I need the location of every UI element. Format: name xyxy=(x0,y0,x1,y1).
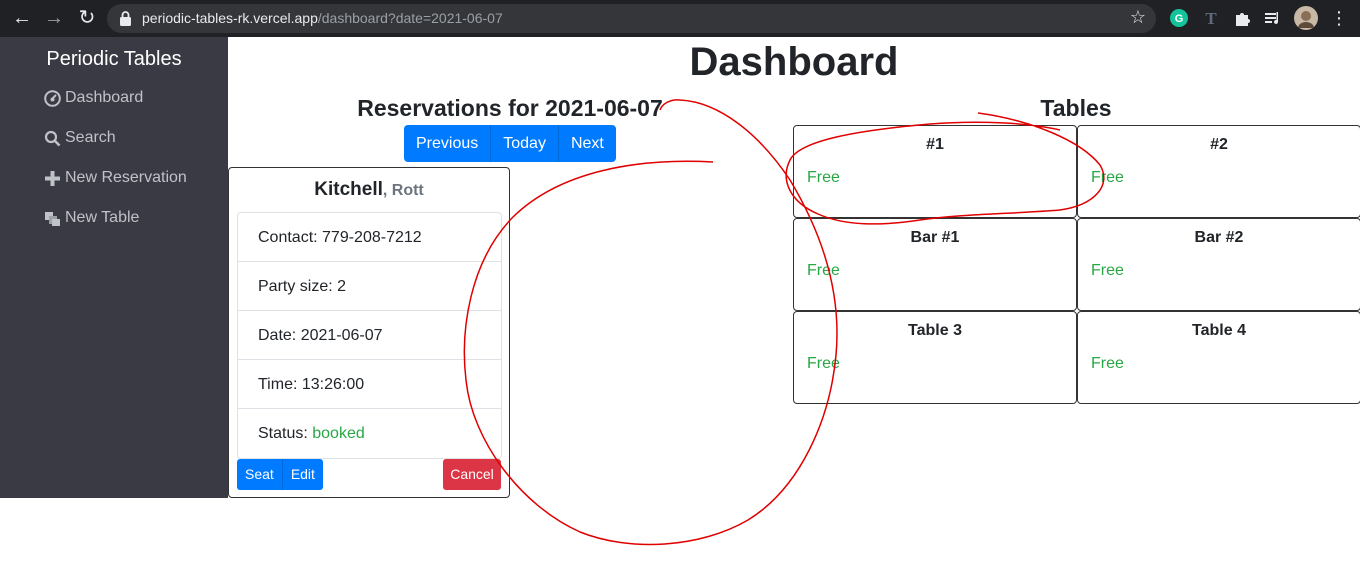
sidebar-item-dashboard[interactable]: Dashboard xyxy=(44,86,143,110)
previous-button[interactable]: Previous xyxy=(404,125,492,162)
table-card: #1 Free xyxy=(793,125,1077,218)
sidebar-item-new-table[interactable]: New Table xyxy=(44,206,139,230)
status-badge: booked xyxy=(312,425,365,442)
table-card: Bar #1 Free xyxy=(793,218,1077,311)
table-status: Free xyxy=(807,169,840,186)
table-name: Table 3 xyxy=(908,322,962,339)
seat-button[interactable]: Seat xyxy=(237,459,283,490)
list-item: Date: 2021-06-07 xyxy=(238,311,501,360)
reservation-details: Contact: 779-208-7212 Party size: 2 Date… xyxy=(237,212,502,459)
table-status: Free xyxy=(1091,355,1124,372)
bookmark-star-icon[interactable]: ☆ xyxy=(1130,7,1146,28)
search-icon xyxy=(44,130,61,146)
annotation-large-loop xyxy=(463,99,838,546)
table-name: Bar #2 xyxy=(1194,229,1244,246)
reload-icon[interactable]: ↻ xyxy=(74,6,100,32)
table-card: Table 4 Free xyxy=(1077,311,1360,404)
extension-t-icon[interactable]: T xyxy=(1200,7,1222,29)
svg-text:T: T xyxy=(1205,9,1217,28)
next-button[interactable]: Next xyxy=(558,125,616,162)
table-status: Free xyxy=(1091,262,1124,279)
sidebar-item-label: New Table xyxy=(65,209,140,226)
lock-icon xyxy=(120,11,131,26)
cancel-button[interactable]: Cancel xyxy=(443,459,501,490)
media-queue-icon[interactable] xyxy=(1262,7,1284,29)
table-status: Free xyxy=(807,355,840,372)
edit-button[interactable]: Edit xyxy=(282,459,323,490)
tables-heading: Tables xyxy=(1040,95,1112,121)
layers-icon xyxy=(45,211,60,226)
table-name: #2 xyxy=(1210,136,1228,153)
reservation-card: Kitchell, Rott Contact: 779-208-7212 Par… xyxy=(228,167,510,498)
table-card: Bar #2 Free xyxy=(1077,218,1360,311)
sidebar: Periodic Tables Dashboard Search New Res… xyxy=(0,37,228,498)
puzzle-icon[interactable] xyxy=(1231,7,1253,29)
brand-title[interactable]: Periodic Tables xyxy=(0,48,228,71)
reservation-name: Kitchell, Rott xyxy=(314,179,424,200)
sidebar-item-search[interactable]: Search xyxy=(44,126,116,150)
list-item: Time: 13:26:00 xyxy=(238,360,501,409)
grammarly-icon[interactable]: G xyxy=(1168,7,1190,29)
table-card: Table 3 Free xyxy=(793,311,1077,404)
reservations-heading: Reservations for 2021-06-07 xyxy=(357,95,663,121)
page-title: Dashboard xyxy=(689,40,899,84)
table-name: Bar #1 xyxy=(910,229,960,246)
svg-text:G: G xyxy=(1175,13,1184,25)
reservation-actions: Seat Edit xyxy=(237,459,323,490)
table-card: #2 Free xyxy=(1077,125,1360,218)
sidebar-item-label: Search xyxy=(65,129,116,146)
table-name: Table 4 xyxy=(1192,322,1246,339)
avatar[interactable] xyxy=(1294,6,1318,30)
list-item: Contact: 779-208-7212 xyxy=(238,213,501,262)
url-text: periodic-tables-rk.vercel.app/dashboard?… xyxy=(142,10,503,26)
sidebar-item-new-reservation[interactable]: New Reservation xyxy=(44,166,187,190)
date-nav: Previous Today Next xyxy=(404,125,616,162)
back-icon[interactable]: ← xyxy=(9,6,35,32)
list-item: Status: booked xyxy=(258,425,365,442)
table-status: Free xyxy=(807,262,840,279)
sidebar-item-label: New Reservation xyxy=(65,169,187,186)
dashboard-icon xyxy=(44,89,61,107)
table-name: #1 xyxy=(926,136,944,153)
forward-icon[interactable]: → xyxy=(41,6,67,32)
address-bar[interactable]: periodic-tables-rk.vercel.app/dashboard?… xyxy=(107,4,1156,33)
list-item: Party size: 2 xyxy=(238,262,501,311)
today-button[interactable]: Today xyxy=(491,125,559,162)
table-status: Free xyxy=(1091,169,1124,186)
browser-menu-icon[interactable]: ⋮ xyxy=(1326,6,1352,32)
plus-icon xyxy=(45,170,60,186)
sidebar-item-label: Dashboard xyxy=(65,89,144,106)
browser-toolbar: ← → ↻ periodic-tables-rk.vercel.app/dash… xyxy=(0,0,1360,37)
